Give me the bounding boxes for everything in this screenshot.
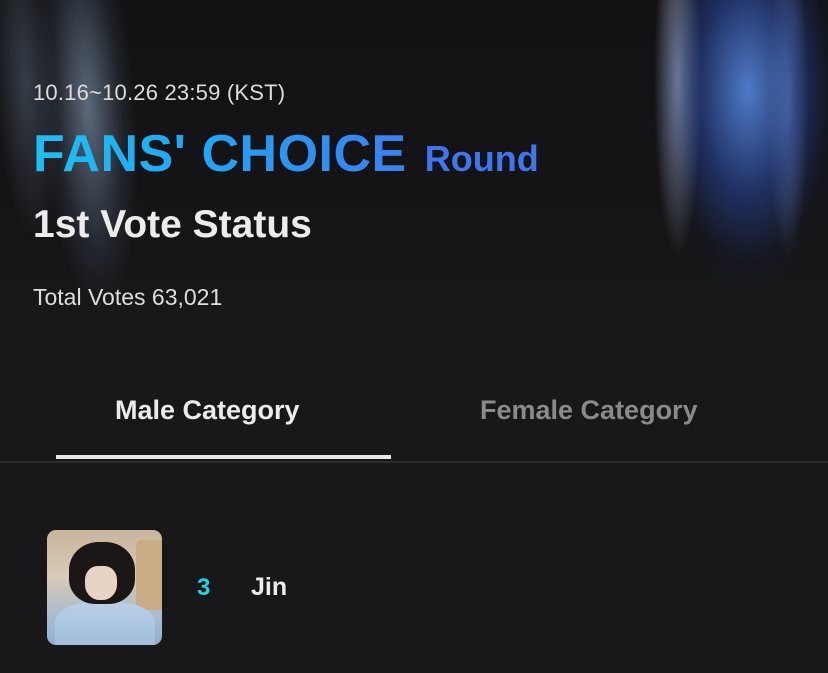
title-main: FANS' CHOICE [33,125,407,183]
avatar-background [136,540,162,610]
avatar-shirt [55,602,155,645]
title-round: Round [424,138,539,179]
category-tabs: Male Category Female Category [0,385,828,463]
page-title: FANS' CHOICE Round [33,124,539,184]
total-votes: Total Votes 63,021 [33,284,223,310]
active-tab-indicator [56,455,391,459]
list-item[interactable]: 3 Jin [0,530,828,646]
tab-male-category[interactable]: Male Category [115,395,300,426]
voting-period: 10.16~10.26 23:59 (KST) [33,80,286,105]
candidate-name: Jin [251,573,288,601]
vote-status-page: 10.16~10.26 23:59 (KST) FANS' CHOICE Rou… [0,0,828,673]
tab-female-category[interactable]: Female Category [480,395,698,426]
rank-number: 3 [197,574,211,601]
avatar-face [85,566,117,600]
vote-status-heading: 1st Vote Status [33,203,312,246]
avatar [47,530,162,645]
